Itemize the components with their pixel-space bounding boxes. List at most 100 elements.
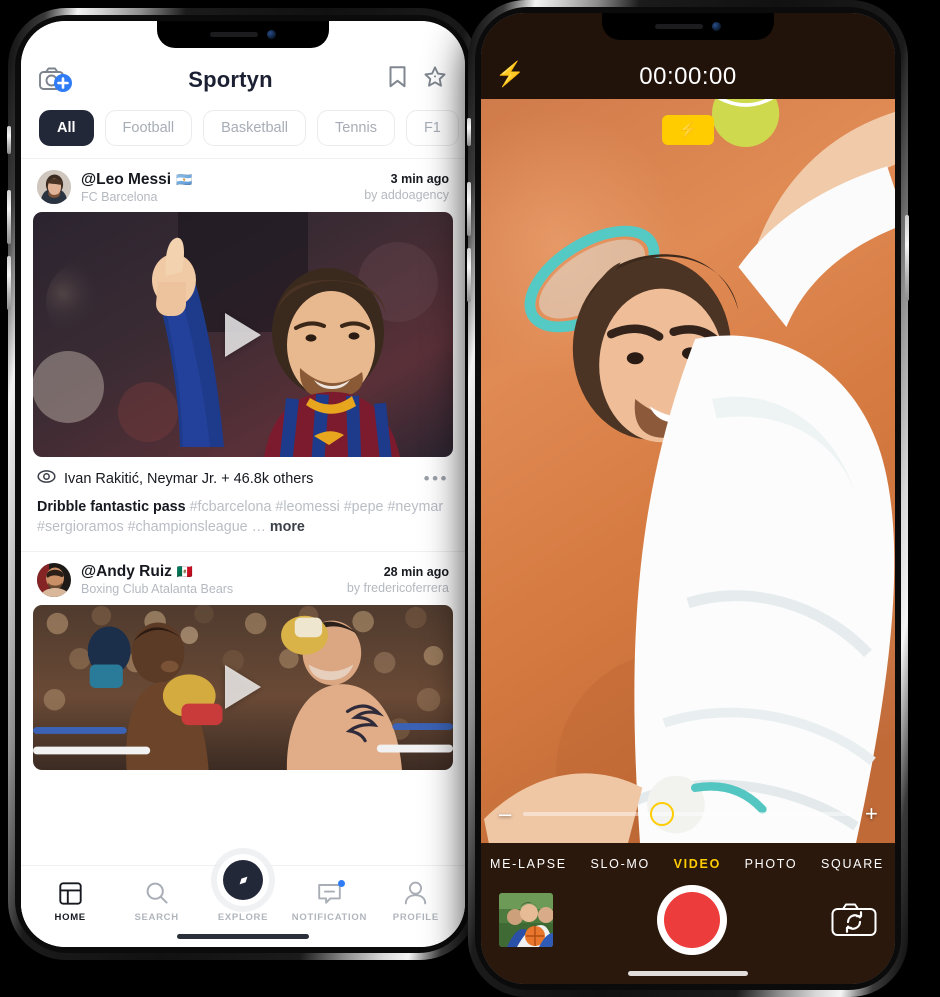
post-username: @Leo Messi — [81, 170, 172, 188]
app-title: Sportyn — [188, 66, 273, 92]
mode-photo[interactable]: PHOTO — [736, 857, 807, 871]
zoom-slider-handle[interactable] — [649, 802, 674, 826]
mute-switch[interactable] — [7, 126, 11, 154]
post-author-block: @Andy Ruiz 🇲🇽 Boxing Club Atalanta Bears — [81, 563, 337, 596]
eye-icon — [37, 470, 56, 488]
record-button[interactable] — [657, 885, 727, 955]
mode-square[interactable]: SQUARE — [812, 857, 893, 871]
gallery-thumbnail[interactable] — [499, 893, 553, 947]
compass-icon — [223, 860, 264, 900]
header-icons — [388, 65, 447, 94]
post-team: Boxing Club Atalanta Bears — [81, 582, 234, 597]
volume-up-button[interactable] — [467, 182, 471, 236]
right-phone-screen: ⚡ 00:00:00 ⚡ – + ME-LAPSE SLO-MO VIDEO P… — [481, 13, 895, 984]
filter-pill-f1[interactable]: F1 — [405, 110, 459, 146]
flash-toggle-button[interactable]: ⚡ — [662, 115, 714, 145]
earpiece-speaker — [210, 32, 258, 37]
tab-label: SEARCH — [134, 912, 179, 923]
layout-icon — [27, 880, 113, 906]
post-media-video[interactable] — [33, 604, 453, 770]
avatar[interactable] — [37, 170, 71, 204]
camera-mode-selector[interactable]: ME-LAPSE SLO-MO VIDEO PHOTO SQUARE — [481, 849, 895, 881]
post-stats-row: Ivan Rakitić, Neymar Jr. + 46.8k others … — [21, 457, 465, 493]
tab-label: PROFILE — [392, 912, 439, 923]
mode-slo-mo[interactable]: SLO-MO — [581, 857, 659, 871]
volume-down-button[interactable] — [7, 256, 11, 310]
tab-label: NOTIFICATION — [291, 912, 368, 923]
camera-controls-row — [481, 881, 895, 971]
post-author-block: @Leo Messi 🇦🇷 FC Barcelona — [81, 171, 354, 204]
mute-switch[interactable] — [467, 118, 471, 146]
left-phone-screen: Sportyn All Football Basketball Tennis F… — [21, 21, 465, 947]
post-viewers: Ivan Rakitić, Neymar Jr. + 46.8k others — [64, 471, 314, 487]
post-caption: Dribble fantastic pass #fcbarcelona #leo… — [21, 493, 465, 551]
avatar[interactable] — [37, 562, 71, 597]
power-button[interactable] — [905, 215, 909, 301]
post-more-options-button[interactable]: ••• — [424, 469, 449, 489]
bookmark-icon[interactable] — [388, 65, 407, 94]
play-icon[interactable] — [225, 665, 261, 710]
post-item: @Andy Ruiz 🇲🇽 Boxing Club Atalanta Bears… — [21, 552, 465, 770]
camera-bottom-bar: ME-LAPSE SLO-MO VIDEO PHOTO SQUARE — [481, 843, 895, 984]
filter-pill-all[interactable]: All — [39, 110, 94, 146]
tab-label: EXPLORE — [217, 912, 269, 923]
post-meta: 3 min ago by addoagency — [364, 172, 449, 202]
post-timestamp: 28 min ago — [383, 564, 449, 579]
post-feed[interactable]: @Leo Messi 🇦🇷 FC Barcelona 3 min ago by … — [21, 159, 465, 865]
tab-notification[interactable]: NOTIFICATION — [286, 880, 372, 923]
post-username-row: @Andy Ruiz 🇲🇽 — [81, 563, 337, 581]
camera-viewfinder[interactable]: ⚡ – + — [481, 99, 895, 843]
mode-time-lapse[interactable]: ME-LAPSE — [481, 857, 576, 871]
tab-profile[interactable]: PROFILE — [373, 880, 459, 923]
filter-pill-basketball[interactable]: Basketball — [203, 110, 307, 146]
post-header: @Andy Ruiz 🇲🇽 Boxing Club Atalanta Bears… — [21, 552, 465, 605]
post-username-row: @Leo Messi 🇦🇷 — [81, 171, 354, 189]
tab-label: HOME — [54, 912, 86, 923]
zoom-slider[interactable]: – + — [481, 801, 895, 827]
message-icon — [286, 880, 372, 906]
caption-text: Dribble fantastic pass — [37, 499, 186, 515]
flash-bolt-icon[interactable]: ⚡ — [495, 60, 525, 89]
notch — [602, 13, 774, 40]
flash-bolt-icon: ⚡ — [678, 122, 698, 139]
zoom-slider-track[interactable] — [523, 802, 853, 826]
person-icon — [373, 880, 459, 906]
volume-down-button[interactable] — [467, 248, 471, 302]
camera-flip-icon[interactable] — [831, 903, 877, 937]
post-username: @Andy Ruiz — [81, 563, 172, 581]
tab-home[interactable]: HOME — [27, 880, 113, 923]
country-flag-icon: 🇦🇷 — [176, 171, 193, 187]
earpiece-speaker — [655, 24, 703, 29]
category-filter-pills[interactable]: All Football Basketball Tennis F1 A — [21, 102, 465, 158]
post-source: by fredericoferrera — [346, 580, 449, 595]
post-timestamp: 3 min ago — [390, 172, 449, 186]
filter-pill-tennis[interactable]: Tennis — [317, 110, 395, 146]
caption-more-link[interactable]: more — [270, 519, 305, 535]
left-phone-mockup: Sportyn All Football Basketball Tennis F… — [7, 8, 478, 960]
front-camera-icon — [712, 22, 721, 31]
post-header: @Leo Messi 🇦🇷 FC Barcelona 3 min ago by … — [21, 159, 465, 212]
search-icon — [113, 880, 199, 906]
post-meta: 28 min ago by fredericoferrera — [347, 565, 449, 595]
post-media-video[interactable] — [33, 212, 453, 457]
home-indicator[interactable] — [177, 934, 309, 939]
star-icon[interactable] — [423, 65, 447, 94]
post-source: by addoagency — [364, 188, 449, 202]
post-team: FC Barcelona — [81, 189, 158, 204]
zoom-out-icon[interactable]: – — [499, 801, 511, 827]
tab-search[interactable]: SEARCH — [113, 880, 199, 923]
country-flag-icon: 🇲🇽 — [176, 564, 194, 580]
camera-app: ⚡ 00:00:00 ⚡ – + ME-LAPSE SLO-MO VIDEO P… — [481, 13, 895, 984]
filter-pill-football[interactable]: Football — [104, 110, 193, 146]
camera-plus-icon[interactable] — [39, 66, 73, 94]
zoom-in-icon[interactable]: + — [865, 801, 878, 827]
mode-video[interactable]: VIDEO — [665, 857, 730, 871]
play-icon[interactable] — [225, 312, 261, 357]
post-item: @Leo Messi 🇦🇷 FC Barcelona 3 min ago by … — [21, 159, 465, 551]
bottom-tab-bar: HOME SEARCH EXPLORE NOTIFICATION PROFILE — [21, 854, 465, 927]
volume-up-button[interactable] — [7, 190, 11, 244]
record-button-inner — [664, 892, 720, 948]
tab-explore[interactable]: EXPLORE — [200, 854, 286, 923]
home-indicator[interactable] — [628, 971, 748, 976]
right-phone-mockup: ⚡ 00:00:00 ⚡ – + ME-LAPSE SLO-MO VIDEO P… — [467, 0, 909, 997]
